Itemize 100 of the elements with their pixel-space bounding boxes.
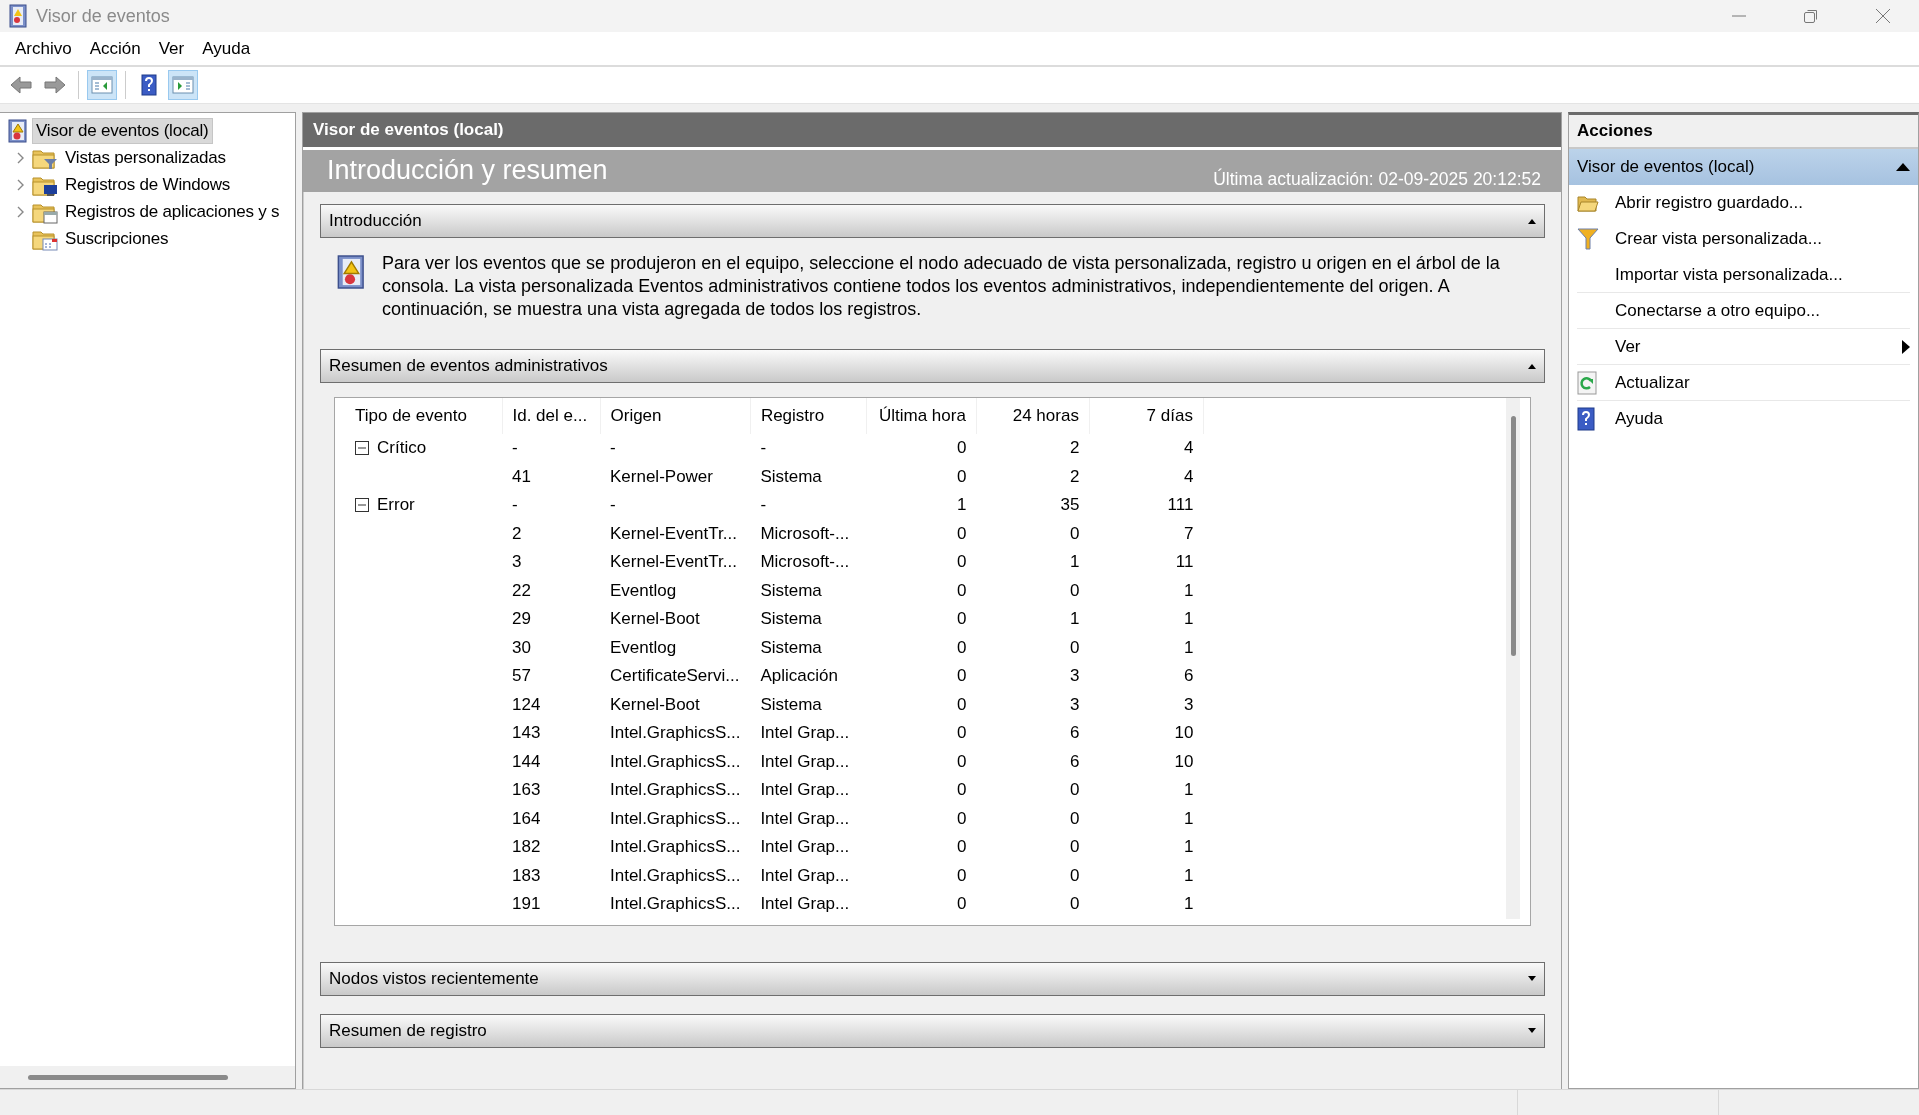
table-cell-text: 0 [1068, 893, 1081, 916]
table-cell-text: 1 [1068, 608, 1081, 631]
table-cell: - [750, 434, 867, 463]
section-header[interactable]: Introducción [320, 204, 1545, 238]
tree-item[interactable]: Suscripciones [62, 226, 172, 251]
close-icon[interactable] [1875, 8, 1891, 24]
action-link[interactable]: Conectarse a otro equipo... [1615, 300, 1821, 321]
table-cell-text: 0 [955, 836, 968, 859]
show-tree-pane-button[interactable] [87, 70, 117, 100]
column-header[interactable]: 24 horas [976, 398, 1090, 434]
table-cell-text: Sistema [759, 636, 823, 659]
table-cell-text: 0 [955, 665, 968, 688]
actions-group-header[interactable]: Visor de eventos (local) [1569, 149, 1918, 185]
section-header[interactable]: Resumen de eventos administrativos [320, 349, 1545, 383]
menu-item[interactable]: Ver [149, 34, 194, 63]
forward-arrow-icon [43, 73, 67, 97]
table-cell-text: 0 [955, 750, 968, 773]
table-cell-text: 0 [955, 864, 968, 887]
tree-item[interactable]: Vistas personalizadas [62, 145, 229, 170]
table-cell-text: Sistema [759, 608, 823, 631]
column-header[interactable]: Origen [600, 398, 751, 434]
table-cell-text: Eventlog [609, 636, 678, 659]
tree-item[interactable]: Registros de aplicaciones y s [62, 199, 283, 224]
table-cell-text: Kernel-Power [609, 465, 714, 488]
table-cell-text: 0 [955, 779, 968, 802]
table-cell-text: 2 [511, 522, 523, 545]
horizontal-scrollbar[interactable] [28, 1074, 228, 1080]
show-action-pane-icon [171, 73, 195, 97]
table-cell-text: 124 [511, 693, 542, 716]
action-link[interactable]: Ayuda [1615, 409, 1663, 429]
refresh-icon [1577, 370, 1597, 395]
show-tree-pane-icon [90, 73, 114, 97]
action-link[interactable]: Actualizar [1615, 372, 1690, 393]
action-link[interactable]: Importar vista personalizada... [1615, 264, 1843, 285]
table-cell-text: 0 [1068, 779, 1081, 802]
table-cell-text: Intel.GraphicsS... [609, 750, 742, 773]
app-icon [8, 4, 28, 28]
menu-item[interactable]: Ayuda [193, 34, 260, 63]
page-heading: Introducción y resumen [327, 155, 608, 187]
table-cell-text: 35 [1059, 494, 1081, 517]
pane-title: Acciones [1569, 115, 1918, 149]
pane-title: Visor de eventos (local) [313, 120, 504, 140]
column-header[interactable]: 7 días [1089, 398, 1204, 434]
table-cell-text: 30 [511, 636, 532, 659]
tree-item[interactable]: Registros de Windows [62, 172, 234, 197]
table-cell-text: 41 [511, 465, 532, 488]
table-cell-text: 0 [955, 636, 968, 659]
table-cell-text: Kernel-Boot [609, 608, 701, 631]
table-cell-text: 163 [511, 779, 542, 802]
table-cell-text: 0 [1068, 579, 1081, 602]
table-cell-text: 6 [1068, 722, 1081, 745]
table-cell-text: 29 [511, 608, 532, 631]
table-cell-text: 0 [955, 807, 968, 830]
table-cell-text: 1 [1182, 836, 1195, 859]
action-link[interactable]: Crear vista personalizada... [1615, 229, 1822, 249]
table-cell-text: 0 [1068, 836, 1081, 859]
action-link[interactable]: Abrir registro guardado... [1615, 193, 1804, 213]
section-header[interactable]: Nodos vistos recientemente [320, 961, 1545, 996]
table-cell-text: 10 [1173, 750, 1195, 773]
table-cell-text: Aplicación [759, 665, 839, 688]
intro-paragraph: Para ver los eventos que se produjeron en el equipo, seleccione el nodo adecuado de vista personalizada, registro u origen en el árbol de la consola. La vista personalizada Eventos administrativos contiene todos los eventos administrativos, independientemente del origen. A continuación, se muestra una vista agregada de todos los registros. [382, 252, 1501, 321]
table-cell-text: 0 [1068, 636, 1081, 659]
table-cell-text: 0 [1068, 864, 1081, 887]
menu-item[interactable]: Acción [80, 34, 150, 63]
table-cell-text: 0 [955, 722, 968, 745]
table-cell-text: 57 [511, 665, 532, 688]
table-cell: Error [377, 495, 415, 516]
table-cell-text: Sistema [759, 693, 823, 716]
table-cell: - [502, 434, 600, 463]
table-cell-text: 143 [511, 722, 542, 745]
menu-item[interactable]: Archivo [6, 34, 81, 63]
table-cell-text: Sistema [759, 579, 823, 602]
table-cell-text: 1 [1068, 551, 1081, 574]
table-cell-text: 3 [1068, 693, 1081, 716]
table-cell-text: - [511, 494, 519, 517]
table-cell-text: 1 [1182, 579, 1195, 602]
tree-item[interactable]: Visor de eventos (local) [32, 117, 213, 144]
table-cell-text: Kernel-Boot [609, 693, 701, 716]
section-header[interactable]: Resumen de registro [320, 1013, 1545, 1048]
last-updated-text: Última actualización: 02-09-2025 20:12:52 [1213, 169, 1541, 191]
table-cell-text: Intel.GraphicsS... [609, 779, 742, 802]
table-cell: 0 [866, 434, 977, 463]
column-header[interactable]: Registro [750, 398, 867, 434]
table-cell-text: Kernel-EventTr... [609, 551, 738, 574]
table-cell-text: 1 [955, 494, 968, 517]
action-link[interactable]: Ver [1615, 336, 1641, 357]
table-cell-text: 0 [955, 551, 968, 574]
table-cell-text: 191 [511, 893, 542, 916]
table-cell-text: 2 [1068, 465, 1081, 488]
window-title: Visor de eventos [36, 5, 170, 27]
table-cell-text: 10 [1173, 722, 1195, 745]
column-header[interactable]: Tipo de evento [345, 398, 502, 434]
column-header[interactable]: Id. del e... [502, 398, 600, 434]
table-cell-text: 0 [1068, 807, 1081, 830]
restore-icon[interactable] [1803, 8, 1819, 24]
vertical-scrollbar[interactable] [1510, 416, 1516, 656]
column-header[interactable]: Última hora [866, 398, 977, 434]
table-cell-text: Kernel-EventTr... [609, 522, 738, 545]
filter-icon [1577, 227, 1599, 251]
log-book-icon [6, 118, 28, 143]
